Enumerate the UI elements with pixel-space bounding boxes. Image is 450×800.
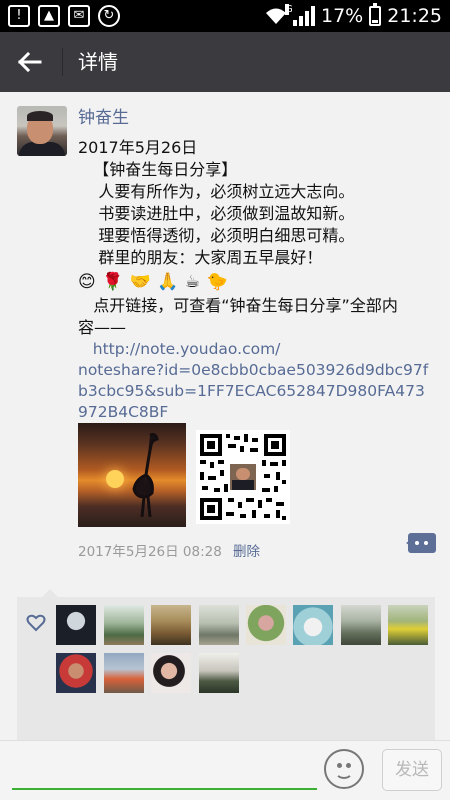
comment-input[interactable]	[12, 788, 317, 790]
link-intro-line: 点开链接，可查看“钟奋生每日分享”全部内	[78, 296, 398, 315]
sunset-crane-photo[interactable]	[78, 423, 186, 527]
handshake-emoji-icon: 🤝	[129, 272, 151, 292]
moment-detail: 钟奋生 2017年5月26日 【钟奋生每日分享】 人要有所作为，必须树立远大志向…	[0, 92, 450, 795]
post-text: 2017年5月26日 【钟奋生每日分享】 人要有所作为，必须树立远大志向。 书要…	[78, 137, 438, 423]
smile-emoji-icon: 😊	[78, 272, 96, 292]
wifi-icon	[266, 8, 286, 24]
liker-avatar[interactable]	[151, 653, 191, 693]
warning-icon: !	[8, 5, 30, 27]
liker-avatar[interactable]	[56, 605, 96, 645]
post-text-line: 理要悟得透彻，必须明白细思可精。	[78, 226, 355, 245]
liker-avatar[interactable]	[199, 605, 239, 645]
liker-avatar[interactable]	[199, 653, 239, 693]
post-date-line: 2017年5月26日	[78, 138, 198, 157]
heart-icon	[26, 614, 46, 632]
coffee-emoji-icon: ☕	[184, 272, 201, 292]
mail-icon: ✉	[68, 5, 90, 27]
liker-avatar[interactable]	[388, 605, 428, 645]
note-link[interactable]: http://note.youdao.com/ noteshare?id=0e8…	[78, 339, 438, 423]
send-button[interactable]: 发送	[382, 749, 442, 791]
title-divider	[62, 48, 63, 76]
post-text-line: 群里的朋友：大家周五早晨好！	[78, 248, 323, 267]
post-timestamp: 2017年5月26日 08:28	[78, 544, 222, 560]
battery-icon	[369, 3, 382, 26]
status-bar: ! ▲ ✉ ↻ G 17% 21:25	[0, 0, 450, 32]
chick-emoji-icon: 🐤	[206, 272, 228, 292]
liker-avatar[interactable]	[293, 605, 333, 645]
post-text-line: 书要读进肚中，必须做到温故知新。	[78, 204, 355, 223]
comment-more-button[interactable]	[406, 533, 436, 553]
image-icon: ▲	[38, 5, 60, 27]
link-line[interactable]: b3cbc95&sub=1FF7ECAC652847D980FA473	[78, 381, 438, 402]
liker-avatar[interactable]	[104, 653, 144, 693]
liker-avatar[interactable]	[246, 605, 286, 645]
back-arrow-icon[interactable]	[14, 46, 46, 78]
link-line[interactable]: noteshare?id=0e8cbb0cbae503926d9dbc97f	[78, 360, 438, 381]
link-line[interactable]: 972B4C8BF	[78, 402, 438, 423]
emoji-row: 😊 🌹 🤝 🙏 ☕ 🐤	[78, 269, 438, 295]
author-name[interactable]: 钟奋生	[78, 106, 129, 130]
rose-emoji-icon: 🌹	[102, 272, 124, 292]
link-intro-line: 容——	[78, 318, 127, 337]
liker-avatar[interactable]	[341, 605, 381, 645]
post-text-line: 人要有所作为，必须树立远大志向。	[78, 182, 355, 201]
qr-code-image[interactable]	[196, 430, 290, 524]
network-type: G	[285, 4, 293, 15]
sync-icon: ↻	[98, 5, 120, 27]
title-bar: 详情	[0, 32, 450, 92]
author-avatar[interactable]	[17, 106, 67, 156]
delete-link[interactable]: 删除	[233, 542, 260, 562]
liker-avatar[interactable]	[56, 653, 96, 693]
signal-icon: G	[285, 4, 315, 26]
battery-percent: 17%	[321, 5, 364, 27]
liker-avatar[interactable]	[151, 605, 191, 645]
emoji-picker-icon[interactable]	[324, 749, 364, 789]
link-line[interactable]: http://note.youdao.com/	[78, 339, 438, 360]
liker-avatar[interactable]	[104, 605, 144, 645]
clock: 21:25	[387, 5, 442, 27]
post-heading-line: 【钟奋生每日分享】	[78, 160, 238, 179]
fist-emoji-icon: 🙏	[157, 272, 179, 292]
page-title: 详情	[78, 50, 118, 74]
comment-bar: 发送	[0, 740, 450, 800]
